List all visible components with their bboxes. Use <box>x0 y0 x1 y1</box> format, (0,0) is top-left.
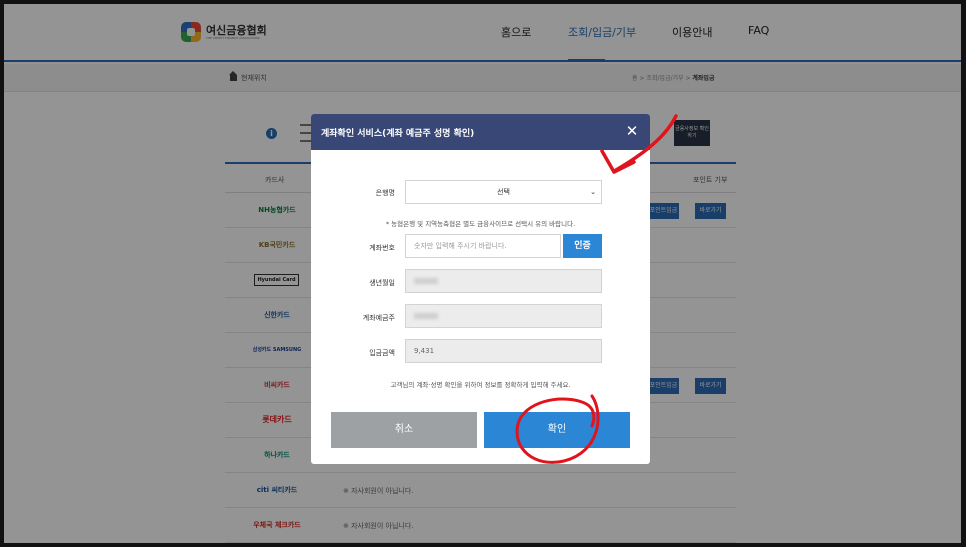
modal-header: 계좌확인 서비스(계좌 예금주 성명 확인) ✕ <box>311 114 650 150</box>
modal-title: 계좌확인 서비스(계좌 예금주 성명 확인) <box>321 129 475 139</box>
deposit-amount-field: 9,431 <box>405 339 602 363</box>
account-number-input[interactable]: 숫자만 입력해 주시기 바랍니다. <box>405 234 561 258</box>
amount-label: 입금금액 <box>369 349 395 357</box>
holder-label: 계좌예금주 <box>362 314 395 322</box>
cancel-button[interactable]: 취소 <box>331 412 477 448</box>
browser-viewport: 여신금융협회 THE CREDIT FINANCE ASSOCIATION 홈으… <box>4 4 961 543</box>
birth-label: 생년월일 <box>369 279 395 287</box>
redacted-value <box>414 278 438 284</box>
bank-select-value: 선택 <box>497 188 510 196</box>
close-icon[interactable]: ✕ <box>622 121 642 141</box>
confirm-button[interactable]: 확인 <box>484 412 630 448</box>
bank-note: * 농협은행 및 지역농축협은 별도 금융사이므로 선택시 유의 바랍니다. <box>385 220 576 228</box>
account-label: 계좌번호 <box>369 244 395 252</box>
verify-button[interactable]: 인증 <box>563 234 602 258</box>
bank-label: 은행명 <box>375 189 395 197</box>
footer-note: 고객님의 계좌·성명 확인을 위하여 정보를 정확하게 입력해 주세요. <box>390 381 571 389</box>
bank-select[interactable]: 선택 ⌄ <box>405 180 602 204</box>
chevron-down-icon: ⌄ <box>590 188 596 196</box>
account-holder-field <box>405 304 602 328</box>
account-placeholder: 숫자만 입력해 주시기 바랍니다. <box>414 242 507 250</box>
birth-date-field <box>405 269 602 293</box>
account-verify-modal: 계좌확인 서비스(계좌 예금주 성명 확인) ✕ 은행명 선택 ⌄ * 농협은행… <box>311 114 650 464</box>
redacted-value <box>414 313 438 319</box>
